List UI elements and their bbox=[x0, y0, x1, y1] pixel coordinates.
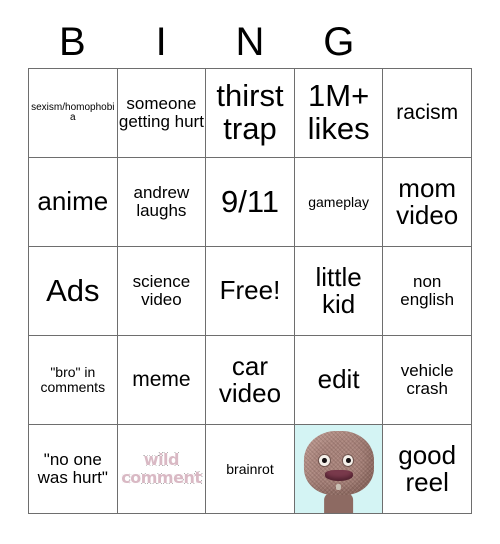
sackboy-body bbox=[323, 491, 354, 513]
bingo-cell[interactable]: racism bbox=[383, 69, 472, 158]
bingo-cell[interactable]: science video bbox=[117, 247, 207, 336]
bingo-cell[interactable]: Free! bbox=[206, 247, 295, 336]
bingo-cell-label: anime bbox=[37, 186, 109, 217]
bingo-cell-label: Free! bbox=[219, 275, 281, 306]
bingo-cell-label: "no one was hurt" bbox=[37, 450, 108, 487]
bingo-cell-label: 1M+ likes bbox=[307, 78, 370, 146]
header-letter-b: B bbox=[59, 20, 86, 64]
bingo-cell-label: science video bbox=[132, 272, 191, 309]
bingo-card: B I N G sexism/homophobia someone getting… bbox=[0, 0, 500, 544]
sackboy-mouth bbox=[325, 470, 354, 482]
bingo-cell[interactable]: "bro" in comments bbox=[29, 336, 118, 425]
bingo-cell-label: car video bbox=[218, 350, 282, 408]
sackboy-head bbox=[303, 431, 374, 495]
bingo-cell[interactable]: little kid bbox=[294, 247, 384, 336]
sackboy-character-image bbox=[294, 425, 383, 513]
header-letter-i: I bbox=[155, 20, 167, 64]
bingo-cell-label: meme bbox=[132, 367, 191, 391]
bingo-cell[interactable]: anime bbox=[29, 158, 118, 247]
bingo-cell[interactable]: andrew laughs bbox=[117, 158, 207, 247]
bingo-cell-label: Ads bbox=[46, 272, 100, 308]
header-letter-o bbox=[383, 18, 472, 66]
bingo-cell-label: "bro" in comments bbox=[40, 364, 106, 395]
bingo-cell[interactable]: sexism/homophobia bbox=[29, 69, 118, 158]
bingo-cell-label: someone getting hurt bbox=[118, 94, 204, 131]
bingo-cell-label: non english bbox=[400, 272, 455, 309]
bingo-cell[interactable]: mom video bbox=[383, 158, 472, 247]
bingo-cell[interactable]: meme bbox=[117, 336, 207, 425]
bingo-cell[interactable]: "no one was hurt" bbox=[29, 425, 118, 514]
bingo-cell[interactable]: brainrot bbox=[206, 425, 295, 514]
bingo-cell[interactable]: Ads bbox=[29, 247, 118, 336]
sackboy-pupil-left bbox=[322, 458, 328, 464]
header-letter-n: N bbox=[235, 20, 265, 64]
sackboy-eye-left bbox=[318, 455, 330, 466]
bingo-cell-label: 9/11 bbox=[220, 183, 280, 219]
bingo-grid: sexism/homophobia someone getting hurt thi… bbox=[28, 68, 472, 514]
bingo-cell[interactable]: thirst trap bbox=[206, 69, 295, 158]
bingo-cell[interactable]: edit bbox=[294, 336, 384, 425]
bingo-cell[interactable]: vehicle crash bbox=[383, 336, 472, 425]
bingo-cell-label: brainrot bbox=[226, 460, 274, 477]
sackboy-eye-right bbox=[342, 455, 354, 466]
bingo-cell-label: mom video bbox=[396, 172, 459, 230]
bingo-cell-label: edit bbox=[317, 364, 360, 395]
sackboy-pupil-right bbox=[346, 458, 351, 464]
bingo-cell-label: racism bbox=[396, 100, 459, 124]
bingo-cell[interactable]: gameplay bbox=[294, 158, 384, 247]
bingo-cell-label: little kid bbox=[315, 261, 362, 319]
bingo-cell[interactable]: good reel bbox=[383, 425, 472, 514]
bingo-cell[interactable]: wild comment bbox=[117, 425, 207, 514]
bingo-cell-label: wild comment bbox=[121, 449, 203, 487]
bingo-cell[interactable]: 9/11 bbox=[206, 158, 295, 247]
bingo-cell-label: sexism/homophobia bbox=[31, 101, 115, 123]
bingo-cell-label: gameplay bbox=[308, 193, 369, 210]
bingo-cell[interactable]: someone getting hurt bbox=[117, 69, 207, 158]
bingo-cell-label: thirst trap bbox=[216, 78, 284, 146]
bingo-cell[interactable]: 1M+ likes bbox=[294, 69, 384, 158]
bingo-cell-label: good reel bbox=[398, 439, 457, 497]
bingo-cell[interactable]: non english bbox=[383, 247, 472, 336]
bingo-header-letters: B I N G bbox=[28, 18, 472, 66]
bingo-cell-label: vehicle crash bbox=[400, 361, 454, 398]
bingo-cell[interactable]: car video bbox=[206, 336, 295, 425]
bingo-cell-label: andrew laughs bbox=[133, 183, 190, 220]
bingo-cell[interactable] bbox=[294, 425, 384, 514]
header-letter-g: G bbox=[323, 20, 355, 64]
sackboy-zipper bbox=[335, 484, 342, 491]
